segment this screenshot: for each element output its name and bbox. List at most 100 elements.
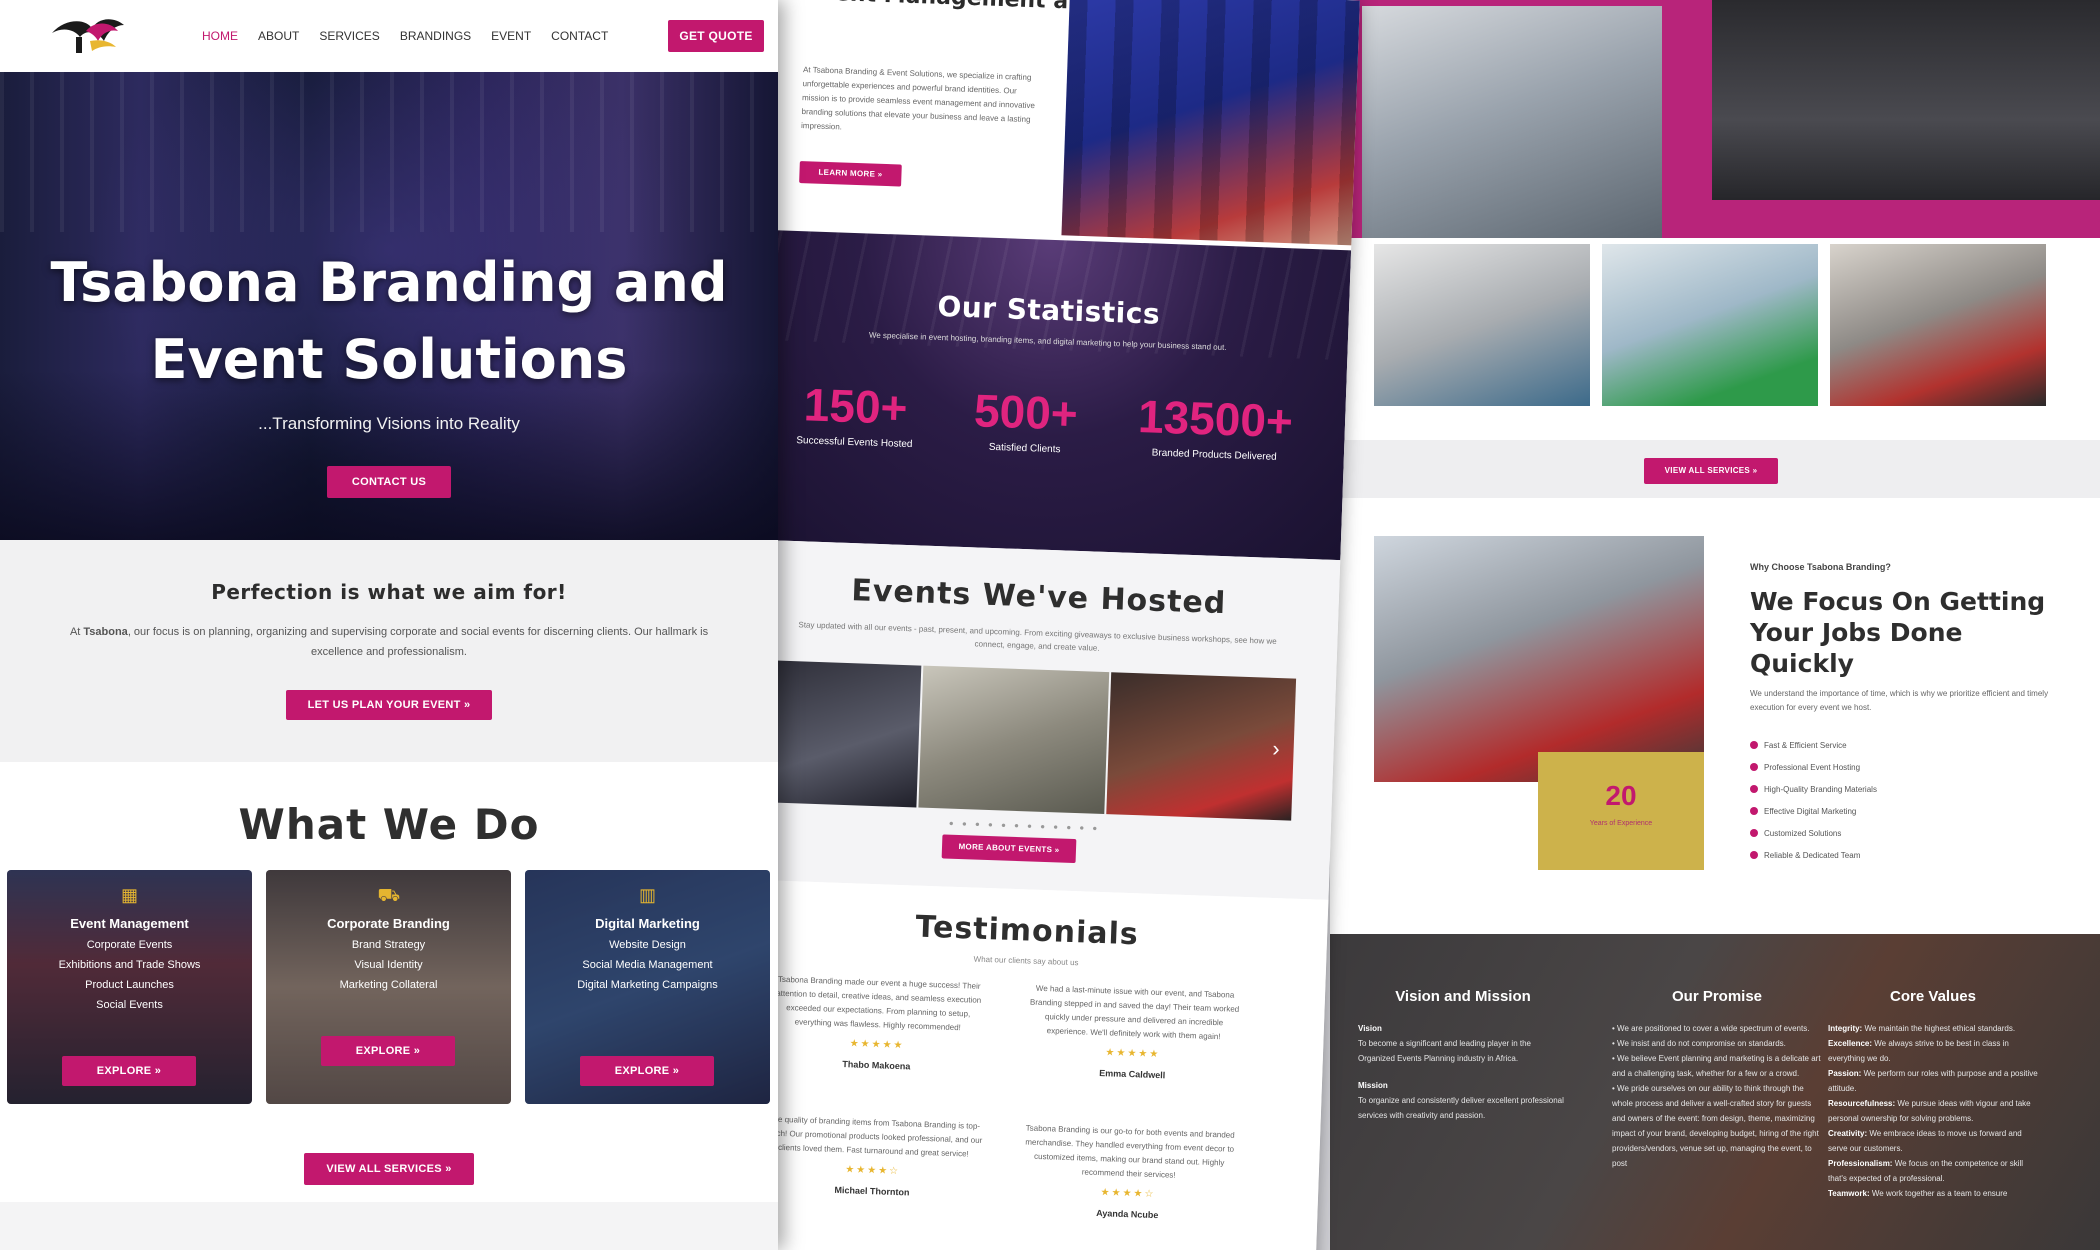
exhibition-photo: [1362, 6, 1662, 238]
explore-button[interactable]: EXPLORE »: [321, 1036, 455, 1066]
promise-item: • We pride ourselves on our ability to t…: [1612, 1084, 1819, 1168]
contact-us-button[interactable]: CONTACT US: [327, 466, 451, 498]
column-heading: Core Values: [1890, 988, 1976, 1005]
gallery-thumb[interactable]: [1374, 244, 1590, 406]
navbar: HOME ABOUT SERVICES BRANDINGS EVENT CONT…: [0, 0, 778, 72]
events-subtitle: Stay updated with all our events - past,…: [798, 620, 1277, 653]
view-all-services-button[interactable]: VIEW ALL SERVICES »: [304, 1153, 474, 1185]
event-photo: [1105, 672, 1297, 821]
testimonial-card: The quality of branding items from Tsabo…: [762, 1112, 985, 1202]
card-item: Marketing Collateral: [339, 979, 438, 991]
gallery-thumb[interactable]: [1830, 244, 2046, 406]
testimonial-quote: We had a last-minute issue with our even…: [1029, 983, 1240, 1042]
card-title: Corporate Branding: [327, 916, 450, 931]
nav-brandings[interactable]: BRANDINGS: [400, 29, 471, 43]
events-carousel[interactable]: ‹ ›: [731, 659, 1297, 821]
years-label: Years of Experience: [1589, 820, 1653, 827]
card-item: Website Design: [609, 939, 686, 951]
testimonial-quote: Tsabona Branding is our go-to for both e…: [1025, 1123, 1235, 1180]
value-item: Teamwork: We work together as a team to …: [1828, 1186, 2038, 1201]
service-card-corporate-branding: ⛟ Corporate Branding Brand Strategy Visu…: [266, 870, 511, 1104]
check-circle-icon: [1750, 785, 1758, 793]
services-panel: VIEW ALL SERVICES » 20 Years of Experien…: [1330, 0, 2100, 1250]
testimonial-card: We had a last-minute issue with our even…: [1022, 981, 1245, 1085]
mission-label: Mission: [1358, 1081, 1388, 1090]
value-key: Passion:: [1828, 1069, 1862, 1078]
nav-about[interactable]: ABOUT: [258, 29, 299, 43]
gallery-header: [1330, 0, 2100, 238]
perfection-section: Perfection is what we aim for! At Tsabon…: [0, 540, 778, 762]
bar-chart-icon: ▥: [638, 885, 656, 905]
next-section-peek: [0, 1202, 778, 1250]
homepage-panel: HOME ABOUT SERVICES BRANDINGS EVENT CONT…: [0, 0, 778, 1250]
plan-event-button[interactable]: LET US PLAN YOUR EVENT »: [286, 690, 492, 720]
card-item: Social Media Management: [582, 959, 713, 971]
feature-label: Professional Event Hosting: [1764, 763, 1861, 772]
about-panel: Event Management and Corporate Branding …: [715, 0, 1360, 1250]
value-key: Professionalism:: [1828, 1159, 1893, 1168]
stat-clients: 500+ Satisfied Clients: [973, 383, 1079, 456]
value-key: Creativity:: [1828, 1129, 1868, 1138]
stat-value: 500+: [973, 384, 1079, 440]
check-circle-icon: [1750, 741, 1758, 749]
column-heading: Vision and Mission: [1395, 988, 1531, 1005]
testimonial-name: Ayanda Ncube: [1096, 1208, 1159, 1221]
main-menu: HOME ABOUT SERVICES BRANDINGS EVENT CONT…: [202, 29, 608, 43]
nav-services[interactable]: SERVICES: [319, 29, 379, 43]
why-choose-section: 20 Years of Experience Why Choose Tsabon…: [1330, 498, 2100, 934]
carousel-dots[interactable]: ● ● ● ● ● ● ● ● ● ● ● ●: [949, 819, 1101, 833]
value-item: Integrity: We maintain the highest ethic…: [1828, 1021, 2038, 1036]
card-title: Digital Marketing: [595, 916, 700, 931]
stat-label: Successful Events Hosted: [796, 435, 913, 451]
gallery-thumbnails: [1374, 244, 2046, 406]
promise-item: • We believe Event planning and marketin…: [1612, 1054, 1821, 1078]
service-card-event-management: ▦ Event Management Corporate Events Exhi…: [7, 870, 252, 1104]
why-text: We understand the importance of time, wh…: [1750, 689, 2049, 712]
event-photo: [918, 665, 1109, 815]
check-circle-icon: [1750, 829, 1758, 837]
card-item: Corporate Events: [86, 939, 173, 951]
stat-events: 150+ Successful Events Hosted: [796, 377, 915, 450]
view-all-services-button[interactable]: VIEW ALL SERVICES »: [1644, 458, 1778, 484]
get-quote-button[interactable]: GET QUOTE: [668, 20, 764, 52]
gallery-thumb[interactable]: [1602, 244, 1818, 406]
hero-section: Tsabona Branding and Event Solutions ...…: [0, 72, 778, 540]
hero-title: Tsabona Branding and Event Solutions: [50, 251, 728, 391]
perfection-text: At Tsabona, our focus is on planning, or…: [49, 622, 729, 662]
star-rating-icon: ★★★★★: [849, 1038, 905, 1052]
value-key: Resourcefulness:: [1828, 1099, 1896, 1108]
testimonial-name: Emma Caldwell: [1099, 1068, 1166, 1081]
chevron-right-icon[interactable]: ›: [1272, 736, 1280, 762]
brand-logo[interactable]: [46, 11, 130, 61]
nav-event[interactable]: EVENT: [491, 29, 531, 43]
events-section: Events We've Hosted Stay updated with al…: [728, 539, 1341, 900]
stat-value: 150+: [802, 378, 909, 434]
event-corporate-section: Event Management and Corporate Branding …: [751, 0, 1360, 251]
explore-button[interactable]: EXPLORE »: [62, 1056, 196, 1086]
vision-promise-values-section: Vision and Mission Vision To become a si…: [1330, 934, 2100, 1250]
vision-mission-column: Vision and Mission Vision To become a si…: [1358, 988, 1568, 1123]
star-rating-icon: ★★★★★: [1105, 1047, 1161, 1061]
card-item: Visual Identity: [354, 959, 423, 971]
feature-label: Reliable & Dedicated Team: [1764, 851, 1861, 860]
testimonial-name: Thabo Makoena: [842, 1059, 911, 1072]
value-text: We maintain the highest ethical standard…: [1862, 1024, 2016, 1033]
promise-column: Our Promise • We are positioned to cover…: [1612, 988, 1822, 1171]
what-we-do-heading: What We Do: [238, 800, 540, 849]
feature-item: Effective Digital Marketing: [1750, 801, 2060, 823]
perfection-heading: Perfection is what we aim for!: [211, 580, 567, 604]
explore-button[interactable]: EXPLORE »: [580, 1056, 714, 1086]
nav-contact[interactable]: CONTACT: [551, 29, 608, 43]
more-about-events-button[interactable]: MORE ABOUT EVENTS »: [941, 834, 1077, 864]
feature-item: Customized Solutions: [1750, 823, 2060, 845]
years-value: 20: [1605, 780, 1637, 811]
event-corporate-text: At Tsabona Branding & Event Solutions, w…: [800, 65, 1036, 132]
feature-label: Fast & Efficient Service: [1764, 741, 1847, 750]
experience-badge: 20 Years of Experience: [1538, 752, 1704, 870]
column-heading: Our Promise: [1671, 988, 1763, 1005]
learn-more-button[interactable]: LEARN MORE »: [799, 161, 902, 187]
check-circle-icon: [1750, 851, 1758, 859]
testimonial-quote: Tsabona Branding made our event a huge s…: [776, 974, 982, 1033]
testimonial-card: Tsabona Branding made our event a huge s…: [766, 972, 989, 1076]
nav-home[interactable]: HOME: [202, 29, 238, 43]
